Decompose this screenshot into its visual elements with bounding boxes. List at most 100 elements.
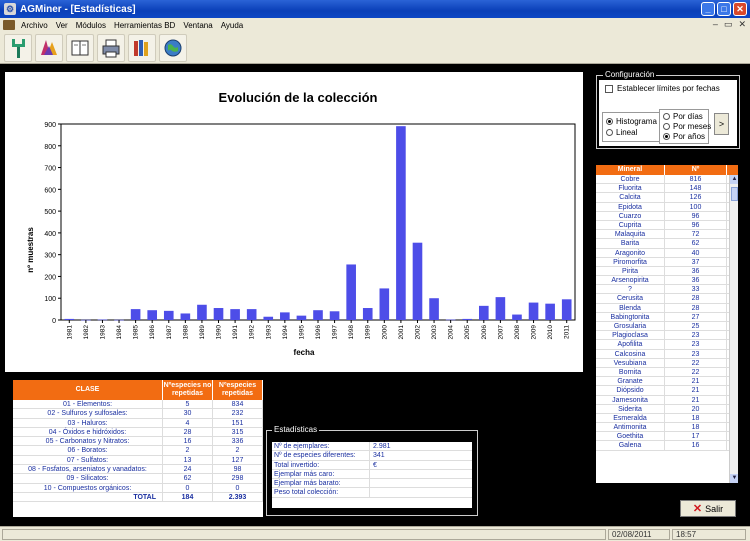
- mineral-table: Mineral Nº Cobre 816 Fluorita 148 Calcita 126…: [596, 165, 738, 483]
- mineral-row[interactable]: Blenda 28: [596, 303, 738, 313]
- mineral-row[interactable]: Cobre 816: [596, 175, 738, 185]
- menu-ver[interactable]: Ver: [52, 21, 72, 30]
- mineral-row[interactable]: Pirita 36: [596, 266, 738, 277]
- maximize-button[interactable]: □: [717, 2, 731, 16]
- menu-modulos[interactable]: Módulos: [72, 21, 110, 30]
- mineral-row[interactable]: Grosularia 25: [596, 322, 738, 332]
- x-tick-label: 1983: [99, 325, 106, 340]
- mineral-row[interactable]: Cuarzo 96: [596, 211, 738, 221]
- repetidas-cell: 127: [213, 455, 263, 465]
- bar-1998: [346, 264, 356, 320]
- mineral-row[interactable]: Antimonita 18: [596, 423, 738, 433]
- mineral-row[interactable]: Calcita 126: [596, 193, 738, 203]
- mineral-row[interactable]: Granate 21: [596, 377, 738, 387]
- mineral-row[interactable]: Diópsido 21: [596, 386, 738, 396]
- mineral-count-cell: 28: [665, 294, 727, 303]
- mineral-row[interactable]: Calcosina 23: [596, 349, 738, 359]
- title-bar: ⚙ AGMiner - [Estadísticas] _ □ ✕: [0, 0, 750, 18]
- crystal-button[interactable]: [35, 33, 63, 62]
- radio-histograma-label: Histograma: [616, 117, 657, 126]
- close-button[interactable]: ✕: [733, 2, 747, 16]
- radio-histograma-circle[interactable]: [606, 118, 613, 125]
- radio-lineal[interactable]: Lineal: [606, 128, 637, 137]
- apply-config-button[interactable]: >: [714, 113, 729, 135]
- menu-ventana[interactable]: Ventana: [179, 21, 216, 30]
- mineral-row[interactable]: Jamesonita 21: [596, 395, 738, 405]
- radio-dias-circle[interactable]: [663, 113, 670, 120]
- mineral-row[interactable]: Piromorfita 37: [596, 257, 738, 267]
- books-button[interactable]: [128, 33, 156, 62]
- mineral-name-cell: Pirita: [596, 266, 665, 276]
- clase-row: 04 - Óxidos e hidróxidos: 28 315: [13, 427, 263, 438]
- mineral-row[interactable]: Fluorita 148: [596, 184, 738, 194]
- mineral-row[interactable]: Goethita 17: [596, 432, 738, 442]
- bar-2005: [462, 318, 473, 320]
- radio-lineal-circle[interactable]: [606, 129, 613, 136]
- mdi-child-icon[interactable]: [3, 20, 15, 30]
- mineral-name-cell: Siderita: [596, 404, 665, 413]
- mineral-row[interactable]: Malaquita 72: [596, 230, 738, 240]
- printer-button[interactable]: [97, 33, 125, 62]
- mdi-minimize-icon[interactable]: –: [713, 19, 718, 30]
- date-limits-checkbox-row[interactable]: Establecer límites por fechas: [605, 84, 720, 93]
- menu-archivo[interactable]: Archivo: [17, 21, 52, 30]
- x-tick-label: 2011: [564, 325, 571, 339]
- radio-anos-circle[interactable]: [663, 133, 670, 140]
- menu-herramientas[interactable]: Herramientas BD: [110, 21, 179, 30]
- mineral-name-cell: Cobre: [596, 175, 665, 184]
- mineral-row[interactable]: Barita 62: [596, 239, 738, 249]
- mineral-row[interactable]: Esmeralda 18: [596, 413, 738, 424]
- tuning-fork-button[interactable]: [4, 33, 32, 62]
- mineral-row[interactable]: Plagioclasa 23: [596, 331, 738, 341]
- mdi-close-icon[interactable]: ✕: [738, 19, 746, 30]
- bar-1987: [163, 310, 174, 320]
- mineral-count-cell: 72: [665, 230, 727, 239]
- y-tick-label: 900: [44, 122, 56, 129]
- mdi-restore-icon[interactable]: ▭: [724, 19, 733, 30]
- mineral-row[interactable]: Vesubiana 22: [596, 358, 738, 368]
- mineral-row[interactable]: Cerusita 28: [596, 294, 738, 304]
- scroll-up-icon[interactable]: ▲: [730, 175, 738, 184]
- clase-name-cell: 02 - Sulfuros y sulfosales:: [13, 409, 163, 418]
- bar-2011: [561, 299, 572, 320]
- salir-button[interactable]: ✕ Salir: [680, 500, 736, 517]
- radio-dias[interactable]: Por días: [663, 112, 703, 121]
- mineral-row[interactable]: Galena 16: [596, 441, 738, 451]
- mineral-row[interactable]: Aragonito 40: [596, 248, 738, 258]
- mineral-row[interactable]: Bornita 22: [596, 367, 738, 378]
- book-button[interactable]: [66, 33, 94, 62]
- mineral-count-cell: 18: [665, 423, 727, 432]
- clase-name-cell: 08 - Fosfatos, arseniatos y vanadatos:: [13, 465, 163, 474]
- mineral-row[interactable]: Babingtonita 27: [596, 312, 738, 322]
- no-repetidas-cell: 13: [163, 455, 213, 465]
- clase-total-row: TOTAL 184 2.393: [13, 492, 263, 503]
- globe-button[interactable]: [159, 33, 187, 62]
- radio-meses[interactable]: Por meses: [663, 122, 711, 131]
- radio-anos[interactable]: Por años: [663, 132, 705, 141]
- date-limits-checkbox[interactable]: [605, 84, 613, 93]
- scroll-down-icon[interactable]: ▼: [730, 474, 738, 483]
- repetidas-cell: 2: [213, 446, 263, 455]
- mineral-row[interactable]: Epidota 100: [596, 202, 738, 212]
- count-col-header[interactable]: Nº: [665, 165, 727, 175]
- radio-histograma[interactable]: Histograma: [606, 117, 657, 126]
- menu-ayuda[interactable]: Ayuda: [217, 21, 248, 30]
- repetidas-cell: 151: [213, 418, 263, 427]
- mineral-row[interactable]: Apofilita 23: [596, 340, 738, 350]
- bar-1992: [246, 309, 257, 320]
- mineral-row[interactable]: Siderita 20: [596, 404, 738, 414]
- bar-1981: [64, 318, 75, 320]
- tuning-fork-icon: [12, 38, 25, 58]
- scroll-thumb[interactable]: [731, 187, 738, 201]
- mineral-row[interactable]: ? 33: [596, 285, 738, 295]
- minimize-button[interactable]: _: [701, 2, 715, 16]
- mineral-count-cell: 33: [665, 285, 727, 294]
- clase-name-cell: 10 - Compuestos orgánicos:: [13, 483, 163, 492]
- x-tick-label: 1990: [216, 325, 223, 340]
- mineral-name-cell: ?: [596, 285, 665, 294]
- radio-meses-circle[interactable]: [663, 123, 670, 130]
- mineral-col-header[interactable]: Mineral: [596, 165, 665, 175]
- mineral-row[interactable]: Cuprita 96: [596, 220, 738, 231]
- mineral-row[interactable]: Arsenopirita 36: [596, 276, 738, 286]
- mineral-scrollbar[interactable]: ▲ ▼: [729, 175, 738, 483]
